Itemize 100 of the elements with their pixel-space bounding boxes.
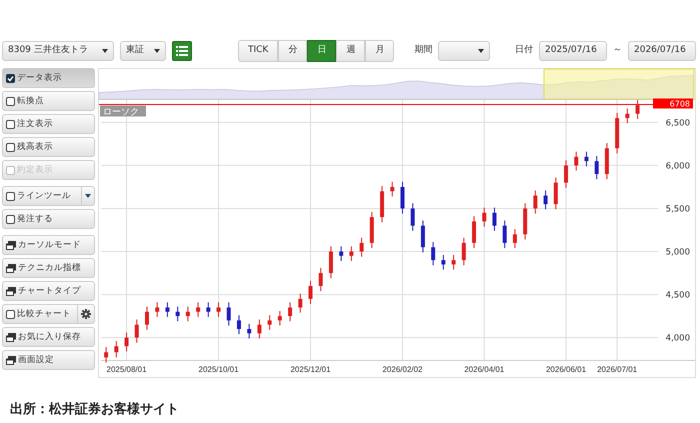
sidebar-button[interactable]: 残高表示 xyxy=(2,137,95,157)
checkbox[interactable] xyxy=(6,214,15,224)
candlestick xyxy=(472,216,476,249)
candlestick xyxy=(196,302,200,318)
y-axis-label: 5,500 xyxy=(666,204,690,214)
caret-icon xyxy=(85,194,91,198)
candlestick xyxy=(247,323,252,339)
candlestick xyxy=(533,190,538,214)
x-axis-label: 2026/04/01 xyxy=(464,365,504,374)
ref-line-label: 6708 xyxy=(670,99,690,108)
period-tab[interactable]: 日 xyxy=(307,40,336,62)
date-label: 日付 xyxy=(515,44,533,58)
sidebar-button[interactable]: 転換点 xyxy=(2,91,95,111)
sidebar-button[interactable]: カーソルモード xyxy=(2,235,95,255)
x-axis-label: 2026/02/02 xyxy=(382,365,423,374)
date-separator: ～ xyxy=(613,44,622,58)
candlestick xyxy=(176,306,180,322)
market-select[interactable]: 東証 xyxy=(120,41,166,61)
sidebar-button[interactable]: データ表示 xyxy=(2,68,95,88)
sidebar-button[interactable]: 発注する xyxy=(2,209,95,229)
candlestick xyxy=(452,254,456,270)
candlestick xyxy=(390,181,394,197)
period-tab[interactable]: 月 xyxy=(365,40,394,62)
candlestick xyxy=(554,176,558,210)
candlestick xyxy=(482,207,486,228)
period-tab[interactable]: TICK xyxy=(238,40,278,62)
caret-icon xyxy=(154,49,160,53)
candlestick xyxy=(400,181,404,214)
symbol-select[interactable]: 8309 三井住友トラ xyxy=(2,41,114,61)
x-axis-label: 2025/12/01 xyxy=(290,365,331,374)
candlestick xyxy=(134,319,139,344)
candlestick xyxy=(380,186,384,223)
sidebar-button[interactable]: ラインツール xyxy=(2,186,95,206)
candlestick xyxy=(288,302,292,322)
candlestick xyxy=(544,190,548,210)
candlestick xyxy=(124,332,129,352)
candlestick xyxy=(308,280,313,305)
x-axis-label: 2025/10/01 xyxy=(198,365,239,374)
candlestick xyxy=(236,314,241,335)
candlestick xyxy=(206,302,210,318)
range-label: 期間 xyxy=(414,44,432,58)
sidebar-button[interactable]: 画面設定 xyxy=(2,350,95,370)
date-from-field[interactable]: 2025/07/16 xyxy=(539,41,607,61)
list-button[interactable] xyxy=(172,41,192,61)
caret-icon xyxy=(102,49,108,53)
caret-icon xyxy=(478,49,484,53)
windows-icon xyxy=(6,264,16,272)
date-to-field[interactable]: 2026/07/16 xyxy=(628,41,696,61)
y-axis-label: 4,000 xyxy=(666,334,690,344)
checkbox[interactable] xyxy=(6,192,15,200)
candlestick xyxy=(574,151,578,172)
candlestick xyxy=(298,293,302,314)
checkbox[interactable] xyxy=(6,120,15,128)
candlestick xyxy=(604,142,609,180)
windows-icon xyxy=(6,286,16,296)
checkbox[interactable] xyxy=(6,74,15,82)
checkbox[interactable] xyxy=(6,310,15,318)
candlestick xyxy=(328,246,333,279)
x-axis-label: 2025/08/01 xyxy=(106,365,147,374)
checkbox[interactable] xyxy=(6,96,15,106)
candlestick xyxy=(492,207,496,232)
price-tag: 6708 xyxy=(653,98,693,108)
period-tab[interactable]: 分 xyxy=(278,40,308,62)
candlestick xyxy=(216,302,221,318)
candlestick xyxy=(584,151,588,167)
candlestick xyxy=(145,306,149,330)
period-tab[interactable]: 週 xyxy=(336,40,366,62)
candlestick xyxy=(349,246,354,262)
windows-icon xyxy=(6,240,16,250)
sidebar-button[interactable]: 比較チャート xyxy=(2,304,95,324)
candlestick xyxy=(186,306,190,322)
gear-icon xyxy=(81,309,91,319)
candlestick xyxy=(594,155,599,180)
candlestick xyxy=(268,314,272,330)
candlestick xyxy=(431,242,436,266)
candlestick xyxy=(441,254,446,270)
sidebar-button[interactable]: 注文表示 xyxy=(2,114,95,134)
candlestick xyxy=(257,319,262,339)
sidebar-button[interactable]: お気に入り保存 xyxy=(2,327,95,347)
candlestick xyxy=(360,237,364,258)
sidebar-button[interactable]: テクニカル指標 xyxy=(2,258,95,278)
candlestick xyxy=(318,267,323,292)
candlestick xyxy=(420,220,425,253)
source-caption: 出所：松井証券お客様サイト xyxy=(10,400,179,419)
candlestick xyxy=(636,100,640,120)
candlestick xyxy=(370,211,374,249)
candlestick xyxy=(512,228,517,249)
x-axis-label: 2026/06/01 xyxy=(546,365,586,374)
y-axis-label: 5,000 xyxy=(666,248,690,258)
checkbox[interactable] xyxy=(6,142,15,152)
candlestick xyxy=(410,202,415,232)
candlestick xyxy=(615,112,620,154)
candlestick xyxy=(339,246,344,262)
candlestick xyxy=(564,160,568,188)
y-axis-label: 6,000 xyxy=(666,161,690,172)
candlestick xyxy=(462,237,466,266)
sidebar-button[interactable]: チャートタイプ xyxy=(2,281,95,301)
candlestick xyxy=(625,108,630,124)
candlestick xyxy=(155,302,160,318)
y-axis-label: 6,500 xyxy=(666,118,690,128)
